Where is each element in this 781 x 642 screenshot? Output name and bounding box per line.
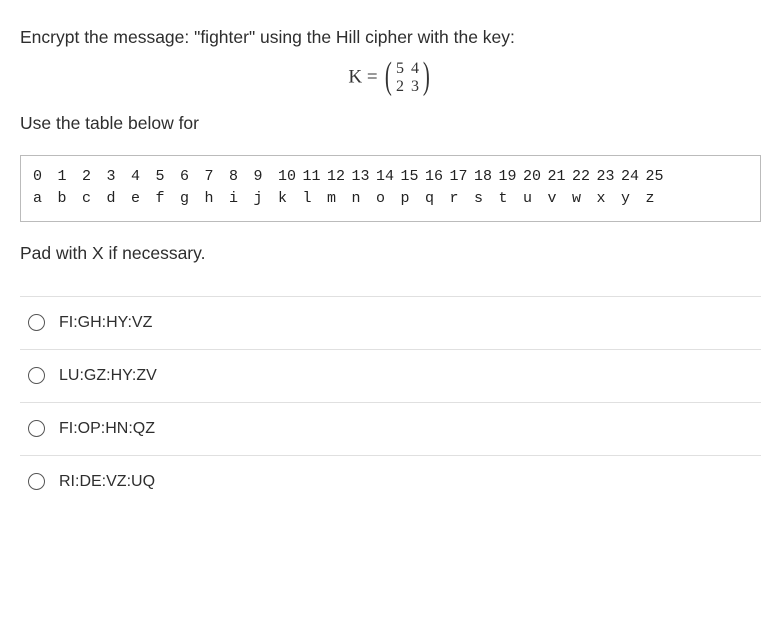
question-intro: Encrypt the message: "fighter" using the… xyxy=(20,24,761,50)
table-letter-cell: w xyxy=(572,188,597,211)
table-letter-cell: q xyxy=(425,188,450,211)
paren-left: ( xyxy=(385,59,392,93)
table-header-cell: 0 xyxy=(33,166,58,189)
table-header-cell: 5 xyxy=(156,166,181,189)
table-header-cell: 16 xyxy=(425,166,450,189)
answer-option[interactable]: RI:DE:VZ:UQ xyxy=(20,455,761,508)
table-letter-cell: l xyxy=(303,188,328,211)
table-letter-cell: p xyxy=(401,188,426,211)
table-letter-cell: m xyxy=(327,188,352,211)
table-letter-cell: v xyxy=(548,188,573,211)
table-header-cell: 2 xyxy=(82,166,107,189)
table-header-cell: 7 xyxy=(205,166,230,189)
table-header-row: 0123456789101112131415161718192021222324… xyxy=(33,166,748,189)
matrix-label: K = xyxy=(348,67,377,88)
table-header-cell: 12 xyxy=(327,166,352,189)
alphabet-table: 0123456789101112131415161718192021222324… xyxy=(20,155,761,222)
table-letter-cell: b xyxy=(58,188,83,211)
table-header-cell: 18 xyxy=(474,166,499,189)
table-letter-cell: u xyxy=(523,188,548,211)
option-label: RI:DE:VZ:UQ xyxy=(59,470,155,494)
table-header-cell: 3 xyxy=(107,166,132,189)
table-header-cell: 17 xyxy=(450,166,475,189)
table-letter-cell: g xyxy=(180,188,205,211)
table-letter-cell: j xyxy=(254,188,279,211)
table-letter-cell: o xyxy=(376,188,401,211)
table-header-cell: 6 xyxy=(180,166,205,189)
table-header-cell: 25 xyxy=(646,166,671,189)
paren-right: ) xyxy=(423,59,430,93)
answer-option[interactable]: FI:GH:HY:VZ xyxy=(20,296,761,349)
table-header-cell: 4 xyxy=(131,166,156,189)
matrix-cell: 3 xyxy=(411,78,419,96)
option-label: LU:GZ:HY:ZV xyxy=(59,364,157,388)
table-header-cell: 21 xyxy=(548,166,573,189)
table-header-cell: 19 xyxy=(499,166,524,189)
answer-option[interactable]: FI:OP:HN:QZ xyxy=(20,402,761,455)
table-header-cell: 9 xyxy=(254,166,279,189)
table-header-cell: 13 xyxy=(352,166,377,189)
table-letter-cell: d xyxy=(107,188,132,211)
table-letter-row: abcdefghijklmnopqrstuvwxyz xyxy=(33,188,748,211)
table-letter-cell: h xyxy=(205,188,230,211)
matrix-cell: 5 xyxy=(396,60,404,78)
table-letter-cell: a xyxy=(33,188,58,211)
table-header-cell: 8 xyxy=(229,166,254,189)
table-letter-cell: i xyxy=(229,188,254,211)
table-header-cell: 15 xyxy=(401,166,426,189)
subtext: Use the table below for xyxy=(20,110,761,136)
table-letter-cell: x xyxy=(597,188,622,211)
matrix-cell: 4 xyxy=(411,60,419,78)
option-label: FI:OP:HN:QZ xyxy=(59,417,155,441)
table-header-cell: 14 xyxy=(376,166,401,189)
table-letter-cell: r xyxy=(450,188,475,211)
radio-icon[interactable] xyxy=(28,367,45,384)
table-header-cell: 1 xyxy=(58,166,83,189)
radio-icon[interactable] xyxy=(28,314,45,331)
table-header-cell: 24 xyxy=(621,166,646,189)
table-letter-cell: e xyxy=(131,188,156,211)
table-header-cell: 10 xyxy=(278,166,303,189)
table-header-cell: 20 xyxy=(523,166,548,189)
matrix-cell: 2 xyxy=(396,78,404,96)
table-header-cell: 11 xyxy=(303,166,328,189)
table-letter-cell: c xyxy=(82,188,107,211)
table-letter-cell: n xyxy=(352,188,377,211)
pad-note: Pad with X if necessary. xyxy=(20,240,761,266)
table-letter-cell: s xyxy=(474,188,499,211)
table-letter-cell: t xyxy=(499,188,524,211)
table-letter-cell: y xyxy=(621,188,646,211)
matrix-body: ( 5 4 2 3 ) xyxy=(382,60,432,96)
table-letter-cell: f xyxy=(156,188,181,211)
key-matrix: K = ( 5 4 2 3 ) xyxy=(20,60,761,96)
answer-option[interactable]: LU:GZ:HY:ZV xyxy=(20,349,761,402)
table-header-cell: 23 xyxy=(597,166,622,189)
radio-icon[interactable] xyxy=(28,420,45,437)
radio-icon[interactable] xyxy=(28,473,45,490)
table-letter-cell: k xyxy=(278,188,303,211)
table-header-cell: 22 xyxy=(572,166,597,189)
table-letter-cell: z xyxy=(646,188,671,211)
option-label: FI:GH:HY:VZ xyxy=(59,311,152,335)
answer-options: FI:GH:HY:VZ LU:GZ:HY:ZV FI:OP:HN:QZ RI:DE:V… xyxy=(20,296,761,508)
